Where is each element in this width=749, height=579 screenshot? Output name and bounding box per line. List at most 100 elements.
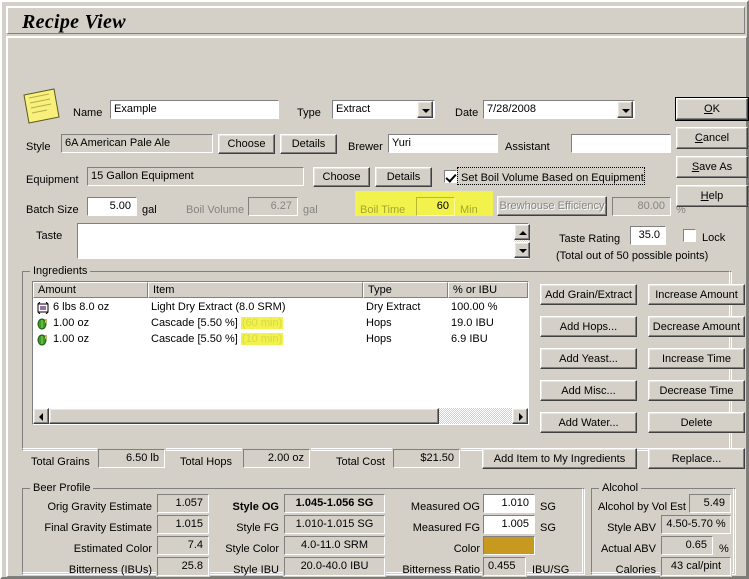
help-button[interactable]: Help — [676, 185, 748, 207]
date-input[interactable]: 7/28/2008 — [482, 99, 636, 120]
column-header-item[interactable]: Item — [148, 282, 363, 298]
cancel-button[interactable]: Cancel — [676, 127, 748, 149]
scroll-thumb[interactable] — [49, 408, 439, 424]
bitterness-ratio-unit: IBU/SG — [532, 564, 570, 576]
equipment-choose-button[interactable]: Choose — [313, 167, 370, 187]
cell-pct: 19.0 IBU — [451, 317, 494, 329]
style-color-value: 4.0-11.0 SRM — [283, 535, 386, 556]
scroll-left-button[interactable] — [33, 408, 49, 424]
final-gravity-estimate-label: Final Gravity Estimate — [44, 522, 152, 534]
actual-abv-unit: % — [719, 543, 729, 555]
taste-lock-checkbox[interactable] — [682, 228, 697, 243]
table-row[interactable]: 6 lbs 8.0 oz Light Dry Extract (8.0 SRM)… — [33, 300, 528, 316]
style-color-label: Style Color — [225, 543, 279, 555]
batch-size-input[interactable]: 5.00 — [86, 196, 138, 217]
column-header-amount[interactable]: Amount — [33, 282, 148, 298]
column-header-type[interactable]: Type — [363, 282, 448, 298]
hop-cone-icon — [37, 334, 47, 346]
brewer-input[interactable]: Yuri — [387, 133, 499, 154]
type-label: Type — [297, 107, 321, 119]
add-grain-extract-button[interactable]: Add Grain/Extract — [540, 284, 637, 305]
cell-item-time-highlight: (10 min) — [240, 333, 284, 345]
taste-scroll-up-button[interactable] — [514, 224, 530, 240]
name-input[interactable]: Example — [109, 99, 280, 120]
help-button-label: Help — [700, 190, 724, 202]
alcohol-by-vol-est-value: 5.49 — [688, 493, 732, 514]
ingredients-horizontal-scrollbar[interactable] — [33, 408, 528, 424]
set-boil-volume-label: Set Boil Volume Based on Equipment — [461, 172, 644, 184]
estimated-color-label: Estimated Color — [73, 543, 152, 555]
total-grains-label: Total Grains — [31, 456, 90, 468]
cell-item: Cascade [5.50 %] (60 min) — [151, 316, 351, 332]
brewhouse-efficiency-button: Brewhouse Efficiency — [497, 196, 607, 216]
bitterness-ibus-label: Bitterness (IBUs) — [68, 564, 152, 576]
table-row[interactable]: 1.00 oz Cascade [5.50 %] (10 min) Hops 6… — [33, 332, 528, 348]
taste-vertical-scrollbar[interactable] — [514, 224, 530, 258]
increase-time-button[interactable]: Increase Time — [648, 348, 745, 369]
add-yeast-button[interactable]: Add Yeast... — [540, 348, 637, 369]
orig-gravity-estimate-label: Orig Gravity Estimate — [47, 501, 152, 513]
ingredients-group-title: Ingredients — [30, 265, 91, 277]
calories-value: 43 cal/pint — [660, 556, 732, 577]
style-label: Style — [26, 141, 51, 153]
beer-profile-group-title: Beer Profile — [30, 482, 94, 494]
save-as-button[interactable]: Save As — [676, 156, 748, 178]
set-boil-volume-checkbox[interactable] — [443, 169, 458, 184]
decrease-time-button[interactable]: Decrease Time — [648, 380, 745, 401]
equipment-value: 15 Gallon Equipment — [86, 166, 305, 187]
decrease-amount-button[interactable]: Decrease Amount — [648, 316, 745, 337]
cell-amount: 1.00 oz — [53, 317, 90, 329]
ingredients-listview[interactable]: Amount Item Type % or IBU 6 lbs 8.0 oz L… — [31, 280, 530, 426]
taste-rating-label: Taste Rating — [559, 233, 621, 245]
cell-item-time-highlight: (60 min) — [240, 317, 284, 329]
taste-label: Taste — [36, 230, 63, 242]
increase-amount-button[interactable]: Increase Amount — [648, 284, 745, 305]
alcohol-by-vol-est-label: Alcohol by Vol Est — [597, 501, 686, 513]
boil-time-input[interactable]: 60 — [416, 197, 455, 216]
recipe-view-window: Recipe View Name Example Type Extract Da… — [0, 0, 749, 579]
taste-lock-label: Lock — [702, 232, 726, 244]
add-water-button[interactable]: Add Water... — [540, 412, 637, 433]
scroll-right-button[interactable] — [512, 408, 528, 424]
delete-button[interactable]: Delete — [648, 412, 745, 433]
ok-button[interactable]: OK — [676, 98, 748, 120]
add-item-to-my-ingredients-button[interactable]: Add Item to My Ingredients — [482, 448, 637, 469]
total-hops-value: 2.00 oz — [242, 448, 311, 469]
batch-size-label: Batch Size — [26, 204, 79, 216]
add-misc-button[interactable]: Add Misc... — [540, 380, 637, 401]
replace-button[interactable]: Replace... — [648, 448, 745, 469]
table-row[interactable]: 1.00 oz Cascade [5.50 %] (60 min) Hops 1… — [33, 316, 528, 332]
measured-fg-unit: SG — [540, 522, 556, 534]
date-picker-chevron-down-icon[interactable] — [617, 101, 633, 118]
taste-rating-note: (Total out of 50 possible points) — [556, 250, 709, 262]
style-details-button[interactable]: Details — [280, 134, 337, 154]
measured-fg-label: Measured FG — [412, 522, 480, 534]
final-gravity-estimate-value: 1.015 — [156, 514, 210, 535]
page-title: Recipe View — [22, 11, 126, 33]
add-hops-button[interactable]: Add Hops... — [540, 316, 637, 337]
measured-og-input[interactable]: 1.010 — [482, 493, 536, 514]
sticky-note-icon — [23, 88, 60, 124]
style-abv-value: 4.50-5.70 % — [660, 514, 732, 535]
column-header-pct[interactable]: % or IBU — [448, 282, 528, 298]
type-select-chevron-down-icon[interactable] — [417, 101, 433, 118]
taste-scroll-down-button[interactable] — [514, 242, 530, 258]
style-choose-button[interactable]: Choose — [218, 134, 275, 154]
cell-type: Hops — [366, 317, 392, 329]
measured-fg-input[interactable]: 1.005 — [482, 514, 536, 535]
taste-rating-input[interactable]: 35.0 — [629, 225, 667, 246]
boil-time-label: Boil Time — [360, 204, 406, 216]
date-label: Date — [455, 107, 479, 119]
equipment-details-button[interactable]: Details — [375, 167, 432, 187]
taste-textarea[interactable] — [76, 222, 530, 260]
cell-amount: 6 lbs 8.0 oz — [53, 301, 110, 313]
cell-item: Light Dry Extract (8.0 SRM) — [151, 301, 286, 313]
style-abv-label: Style ABV — [607, 522, 656, 534]
style-fg-value: 1.010-1.015 SG — [283, 514, 386, 535]
measured-og-label: Measured OG — [410, 501, 480, 513]
style-value: 6A American Pale Ale — [60, 133, 214, 154]
assistant-input[interactable] — [570, 133, 672, 154]
style-og-value: 1.045-1.056 SG — [283, 493, 386, 514]
main-panel: Name Example Type Extract Date 7/28/2008… — [6, 36, 748, 577]
boil-volume-unit: gal — [303, 204, 318, 216]
